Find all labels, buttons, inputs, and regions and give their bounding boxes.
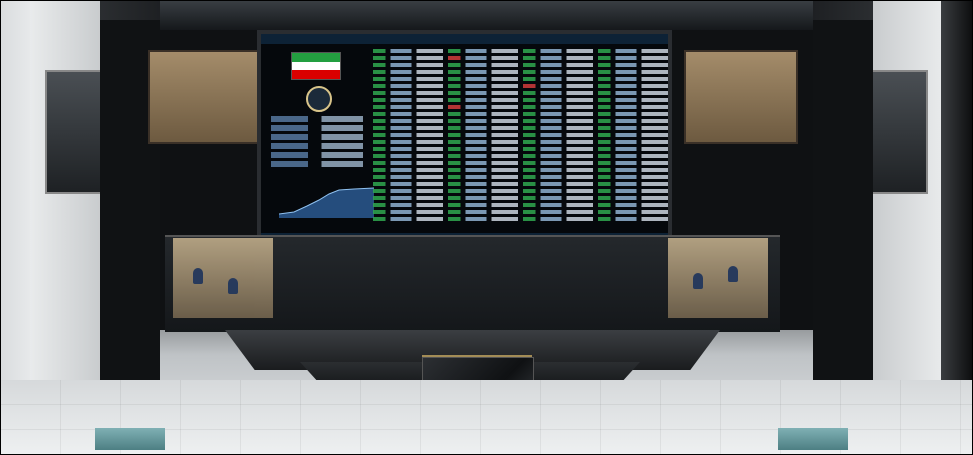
trading-hall-photo: [0, 0, 973, 455]
ticker-column: [598, 46, 668, 231]
index-summary-list: [271, 116, 363, 170]
wood-panel-right: [684, 50, 798, 144]
trading-floor-left: [173, 238, 273, 318]
bench-left: [95, 428, 165, 450]
wood-panel-left: [148, 50, 262, 144]
right-window: [869, 70, 928, 194]
trader-figure: [728, 266, 738, 282]
ticker-column: [373, 46, 443, 231]
board-header-strip: [261, 34, 668, 44]
iran-flag-icon: [291, 52, 341, 80]
trader-figure: [693, 273, 703, 289]
trader-figure: [193, 268, 203, 284]
stock-ticker-board: [257, 30, 672, 245]
ceiling: [90, 0, 880, 30]
ticker-column: [448, 46, 518, 231]
index-mini-chart: [279, 187, 374, 218]
left-window: [45, 70, 104, 194]
trader-figure: [228, 278, 238, 294]
right-dark-panel: [813, 20, 873, 380]
bench-right: [778, 428, 848, 450]
ticker-column: [523, 46, 593, 231]
trading-floor-right: [668, 238, 768, 318]
exchange-emblem-icon: [306, 86, 332, 112]
